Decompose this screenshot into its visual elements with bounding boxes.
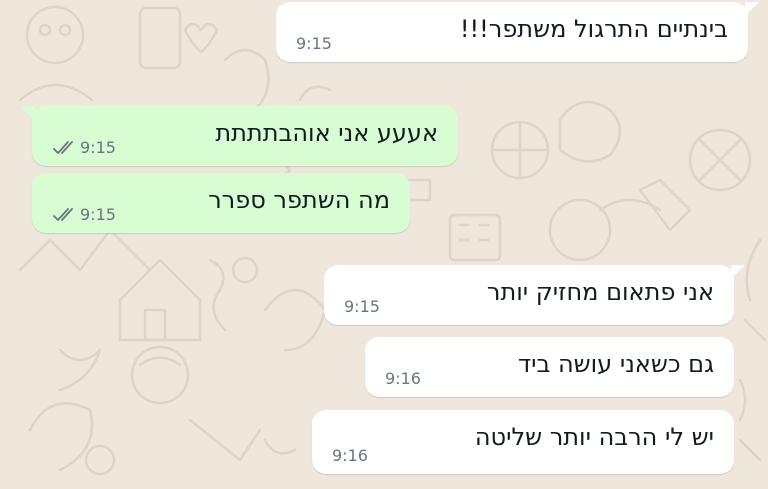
bubble-tail [745,2,759,16]
message-bubble-outgoing[interactable]: אעעע אני אוהבתתתת 9:15 [21,106,458,166]
message-meta: 9:15 [52,138,116,157]
message-time: 9:15 [344,297,380,316]
message-bubble-incoming[interactable]: יש לי הרבה יותר שליטה 9:16 [312,410,734,474]
wallpaper-doodle-person [18,5,94,102]
message-bubble-incoming[interactable]: אני פתאום מחזיק יותר 9:15 [324,265,745,325]
message-text: גם כשאני עושה ביד [517,350,714,378]
message-meta: 9:16 [385,369,421,388]
message-text: בינתיים התרגול משתפר!!! [459,15,728,43]
message-text: אעעע אני אוהבתתתת [215,119,438,147]
message-bubble-incoming[interactable]: בינתיים התרגול משתפר!!! 9:15 [276,2,759,62]
message-text: יש לי הרבה יותר שליטה [474,423,714,451]
message-bubble-incoming[interactable]: גם כשאני עושה ביד 9:16 [365,337,734,397]
double-check-icon [52,207,78,222]
message-time: 9:16 [385,369,421,388]
message-meta: 9:15 [52,205,116,224]
double-check-icon [52,140,78,155]
message-text: מה השתפר ספרר [208,186,390,214]
wallpaper-doodle-heart [183,22,219,54]
message-text: אני פתאום מחזיק יותר [486,278,714,306]
message-meta: 9:15 [296,34,332,53]
bubble-tail [731,265,745,279]
message-time: 9:16 [332,446,368,465]
message-meta: 9:15 [344,297,380,316]
message-time: 9:15 [296,34,332,53]
message-time: 9:15 [80,138,116,157]
bubble-tail [21,106,35,120]
message-bubble-outgoing[interactable]: מה השתפר ספרר 9:15 [32,173,410,233]
message-time: 9:15 [80,205,116,224]
message-meta: 9:16 [332,446,368,465]
